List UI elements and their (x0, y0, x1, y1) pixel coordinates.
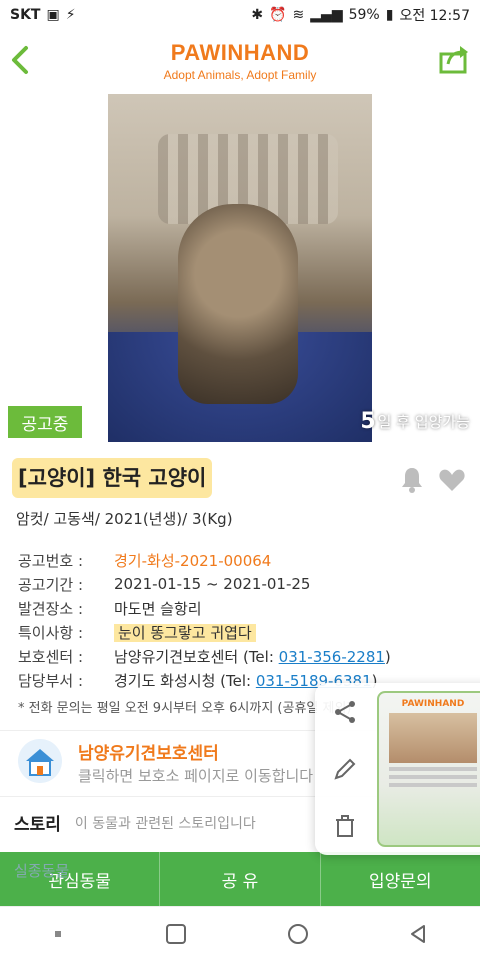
special-notes-text: 눈이 똥그랗고 귀엽다 (114, 623, 256, 642)
department-contact-name: 경기도 화성시청 (Tel: (114, 671, 256, 690)
heart-icon[interactable] (438, 466, 466, 494)
status-bar: SKT ▣ ⚡ ✱ ⏰ ≋ ▂▄▆ 59% ▮ 오전 12:57 (0, 0, 480, 30)
detail-row: 공고번호 : 경기-화성-2021-00064 (18, 548, 478, 572)
days-number: 5 (360, 408, 376, 434)
detail-row: 발견장소 : 마도면 슬항리 (18, 596, 478, 620)
detail-label: 공고번호 : (18, 551, 84, 570)
shelter-contact: 남양유기견보호센터 (Tel: 031-356-2281) (114, 646, 478, 667)
detail-row: 보호센터 : 남양유기견보호센터 (Tel: 031-356-2281) (18, 644, 478, 668)
adoption-inquiry-button[interactable]: 입양문의 (321, 852, 480, 906)
image-icon: ▣ (46, 7, 60, 23)
brand-name: PAWINHAND (170, 40, 310, 65)
status-badge: 공고중 (8, 406, 82, 438)
signal-icon: ▂▄▆ (310, 7, 343, 23)
detail-label: 공고기간 : (18, 575, 84, 594)
bluetooth-icon: ✱ (251, 7, 264, 23)
screenshot-thumbnail[interactable]: PAWINHAND (377, 691, 480, 847)
share-button[interactable]: 공 유 (160, 852, 321, 906)
share-nodes-icon[interactable] (332, 699, 358, 725)
kitten (178, 204, 298, 404)
share-icon[interactable] (438, 42, 470, 76)
special-notes: 눈이 똥그랗고 귀엽다 (114, 622, 478, 643)
detail-label: 발견장소 : (18, 599, 84, 618)
days-until-adoption: 5 일 후 입양가능 (310, 404, 470, 438)
brand-logo: PAWINHAND Adopt Animals, Adopt Family (0, 40, 480, 82)
action-bar: 관심동물 공 유 입양문의 (0, 852, 480, 906)
animal-summary: 암컷/ 고동색/ 2021(년생)/ 3(Kg) (16, 510, 233, 528)
app-header: PAWINHAND Adopt Animals, Adopt Family (0, 30, 480, 92)
pencil-icon[interactable] (332, 756, 358, 782)
home-icon[interactable] (287, 923, 309, 945)
shelter-phone-link[interactable]: 031-356-2281 (279, 648, 385, 666)
bell-icon[interactable] (400, 466, 424, 494)
house-icon (18, 739, 62, 783)
notice-period: 2021-01-15 ~ 2021-01-25 (114, 575, 311, 593)
time-label: 오전 12:57 (399, 8, 470, 24)
floating-actions (315, 683, 375, 855)
back-nav-icon[interactable] (408, 923, 430, 945)
detail-row: 특이사항 : 눈이 똥그랗고 귀엽다 (18, 620, 478, 644)
days-text: 일 후 입양가능 (377, 412, 470, 431)
kitten-image (108, 94, 372, 442)
found-location: 마도면 슬항리 (114, 599, 202, 618)
detail-label: 담당부서 : (18, 671, 84, 690)
vlte-icon: ⚡ (65, 7, 76, 23)
thumbnail-line (389, 767, 477, 771)
details-list: 공고번호 : 경기-화성-2021-00064 공고기간 : 2021-01-1… (18, 548, 478, 692)
battery-icon: ▮ (385, 7, 394, 23)
wifi-icon: ≋ (292, 7, 305, 23)
brand-tagline: Adopt Animals, Adopt Family (163, 68, 317, 82)
thumbnail-line (389, 775, 477, 779)
missing-animals-peek: 실종동물 (14, 862, 70, 880)
detail-label: 보호센터 : (18, 647, 84, 666)
animal-title: [고양이] 한국 고양이 (12, 458, 213, 498)
thumbnail-photo (389, 713, 477, 763)
detail-row: 공고기간 : 2021-01-15 ~ 2021-01-25 (18, 572, 478, 596)
detail-label: 특이사항 : (18, 623, 84, 642)
recent-apps-icon[interactable] (50, 926, 66, 942)
carrier-label: SKT (10, 7, 41, 23)
battery-label: 59% (348, 7, 380, 23)
thumbnail-brand: PAWINHAND (401, 699, 465, 709)
floating-action-panel: PAWINHAND (315, 683, 480, 855)
trash-icon[interactable] (332, 813, 358, 839)
system-nav-bar (0, 906, 480, 960)
shelter-contact-name: 남양유기견보호센터 (Tel: (114, 647, 279, 666)
shelter-contact-suffix: ) (384, 647, 391, 666)
shelter-description: 클릭하면 보호소 페이지로 이동합니다 (78, 767, 314, 785)
call-hours-notice: * 전화 문의는 평일 오전 9시부터 오후 6시까지 (공휴일 제외) (18, 701, 352, 716)
overview-icon[interactable] (165, 923, 187, 945)
animal-photo[interactable] (0, 92, 480, 444)
thumbnail-line (389, 783, 477, 787)
notice-number: 경기-화성-2021-00064 (114, 551, 272, 570)
alarm-icon: ⏰ (269, 7, 287, 23)
story-description: 이 동물과 관련된 스토리입니다 (74, 815, 256, 832)
story-label: 스토리 (14, 815, 61, 835)
shelter-name: 남양유기견보호센터 (78, 744, 219, 764)
